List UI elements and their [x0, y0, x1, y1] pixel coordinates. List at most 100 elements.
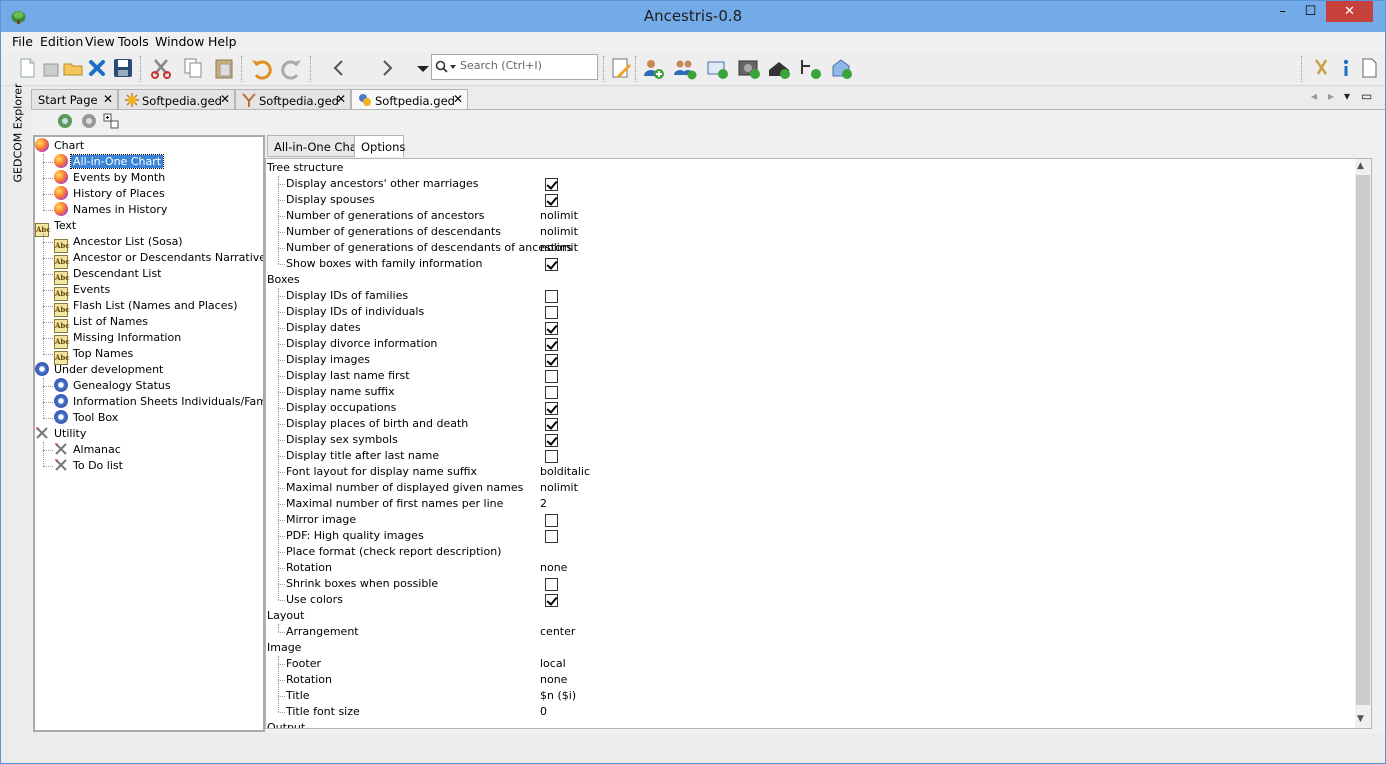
paste-icon[interactable]: [212, 56, 236, 80]
search-field[interactable]: Search (Ctrl+I): [431, 54, 598, 80]
option-row[interactable]: Display images: [266, 352, 1356, 368]
add-individual-icon[interactable]: [641, 56, 665, 80]
close-file-icon[interactable]: [85, 56, 109, 80]
option-row[interactable]: center Arrangement: [266, 624, 1356, 640]
search-icon[interactable]: [435, 60, 457, 74]
option-value[interactable]: $n ($i): [540, 688, 576, 704]
open-recent-icon[interactable]: [39, 56, 63, 80]
tree-item[interactable]: Abc Events: [54, 282, 112, 301]
option-checkbox[interactable]: [545, 418, 558, 431]
option-checkbox[interactable]: [545, 434, 558, 447]
option-checkbox[interactable]: [545, 370, 558, 383]
gedcom-explorer-sidebar-tab[interactable]: GEDCOM Explorer: [7, 83, 27, 189]
add-source-icon[interactable]: [798, 56, 822, 80]
close-tab-icon[interactable]: ✕: [103, 92, 113, 106]
tree-item[interactable]: Almanac: [54, 442, 123, 458]
tree-group-1[interactable]: Abc Text: [35, 218, 78, 237]
scrollbar-thumb[interactable]: [1356, 175, 1370, 705]
add-family-icon[interactable]: [673, 56, 697, 80]
add-media-icon[interactable]: [737, 56, 761, 80]
option-value[interactable]: center: [540, 624, 575, 640]
option-value[interactable]: 0: [540, 704, 547, 720]
open-folder-icon[interactable]: [61, 56, 85, 80]
add-submitter-icon[interactable]: [829, 56, 853, 80]
tree-item[interactable]: Tool Box: [54, 410, 120, 426]
tree-item[interactable]: Events by Month: [54, 170, 167, 186]
back-arrow-icon[interactable]: [327, 56, 351, 80]
option-checkbox[interactable]: [545, 402, 558, 415]
options-scrollbar[interactable]: ▲ ▼: [1355, 159, 1371, 728]
tree-group-3[interactable]: Utility: [35, 426, 88, 442]
option-checkbox[interactable]: [545, 178, 558, 191]
minimize-button[interactable]: –: [1269, 1, 1296, 22]
option-checkbox[interactable]: [545, 258, 558, 271]
option-row[interactable]: Display sex symbols: [266, 432, 1356, 448]
save-icon[interactable]: [111, 56, 135, 80]
document-icon[interactable]: [1357, 56, 1381, 80]
tab-softpedia-1[interactable]: Softpedia.ged ✕: [118, 89, 235, 109]
tree-item[interactable]: Names in History: [54, 202, 169, 218]
option-checkbox[interactable]: [545, 290, 558, 303]
option-row[interactable]: Display ancestors' other marriages: [266, 176, 1356, 192]
run-report-icon[interactable]: [57, 113, 73, 129]
option-checkbox[interactable]: [545, 338, 558, 351]
tree-item[interactable]: To Do list: [54, 458, 125, 474]
close-tab-icon[interactable]: ✕: [453, 92, 463, 106]
scroll-down-icon[interactable]: ▼: [1357, 714, 1364, 724]
menu-file[interactable]: File: [12, 34, 33, 49]
option-checkbox[interactable]: [545, 594, 558, 607]
option-row[interactable]: Display IDs of families: [266, 288, 1356, 304]
cut-icon[interactable]: [149, 56, 173, 80]
tree-item[interactable]: Information Sheets Individuals/Families: [54, 394, 263, 410]
tab-all-in-one-chart[interactable]: All-in-One Chart: [267, 135, 366, 157]
option-value[interactable]: local: [540, 656, 566, 672]
option-row[interactable]: none Rotation: [266, 560, 1356, 576]
tools-settings-icon[interactable]: [1310, 56, 1334, 80]
scroll-tabs-left-icon[interactable]: ◂: [1311, 89, 1317, 103]
option-value[interactable]: nolimit: [540, 480, 578, 496]
option-value[interactable]: nolimit: [540, 208, 578, 224]
option-row[interactable]: Display IDs of individuals: [266, 304, 1356, 320]
option-value[interactable]: none: [540, 560, 567, 576]
redo-icon[interactable]: [280, 56, 304, 80]
tree-group-2[interactable]: Under development: [35, 362, 165, 378]
scroll-tabs-right-icon[interactable]: ▸: [1328, 89, 1334, 103]
tree-item[interactable]: Abc Ancestor List (Sosa): [54, 234, 185, 253]
undo-icon[interactable]: [249, 56, 273, 80]
stop-report-icon[interactable]: [81, 113, 97, 129]
option-row[interactable]: Place format (check report description): [266, 544, 1356, 560]
option-row[interactable]: nolimit Number of generations of descenda…: [266, 224, 1356, 240]
tree-item[interactable]: Abc Top Names: [54, 346, 135, 365]
option-row[interactable]: 0 Title font size: [266, 704, 1356, 720]
option-row[interactable]: $n ($i) Title: [266, 688, 1356, 704]
option-row[interactable]: Display occupations: [266, 400, 1356, 416]
option-row[interactable]: Display title after last name: [266, 448, 1356, 464]
menu-view[interactable]: View: [85, 34, 115, 49]
option-checkbox[interactable]: [545, 578, 558, 591]
option-row[interactable]: Display last name first: [266, 368, 1356, 384]
maximize-tab-icon[interactable]: ▭: [1361, 89, 1372, 103]
copy-icon[interactable]: [181, 56, 205, 80]
tree-item[interactable]: Abc Flash List (Names and Places): [54, 298, 239, 317]
option-value[interactable]: none: [540, 672, 567, 688]
option-checkbox[interactable]: [545, 322, 558, 335]
option-row[interactable]: Display name suffix: [266, 384, 1356, 400]
option-value[interactable]: nolimit: [540, 224, 578, 240]
option-checkbox[interactable]: [545, 306, 558, 319]
option-row[interactable]: Mirror image: [266, 512, 1356, 528]
option-row[interactable]: Display spouses: [266, 192, 1356, 208]
expand-tree-icon[interactable]: [103, 113, 119, 129]
menu-tools[interactable]: Tools: [118, 34, 149, 49]
option-checkbox[interactable]: [545, 514, 558, 527]
add-repository-icon[interactable]: [767, 56, 791, 80]
option-row[interactable]: Display places of birth and death: [266, 416, 1356, 432]
tab-softpedia-3[interactable]: Softpedia.ged ✕: [351, 89, 468, 109]
option-row[interactable]: Use colors: [266, 592, 1356, 608]
option-checkbox[interactable]: [545, 530, 558, 543]
tab-options[interactable]: Options: [354, 135, 405, 157]
info-icon[interactable]: [1334, 56, 1358, 80]
tree-item[interactable]: Abc List of Names: [54, 314, 150, 333]
option-row[interactable]: nolimit Number of generations of descenda…: [266, 240, 1356, 256]
tree-group-0[interactable]: Chart: [35, 138, 86, 154]
option-row[interactable]: local Footer: [266, 656, 1356, 672]
